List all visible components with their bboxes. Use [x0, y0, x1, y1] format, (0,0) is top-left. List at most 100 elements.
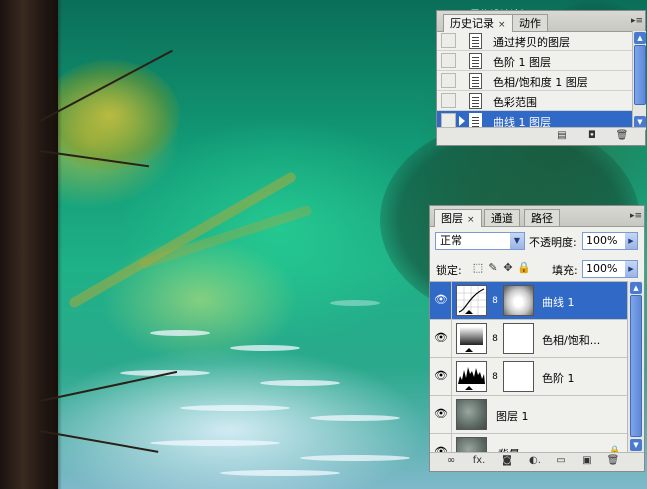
history-item[interactable]: 通过拷贝的图层	[437, 31, 633, 51]
visibility-cell[interactable]: 👁	[430, 320, 452, 357]
layer-row-background[interactable]: 👁 背景 🔒	[430, 434, 627, 454]
history-state-icon	[469, 33, 482, 49]
eye-icon[interactable]: 👁	[434, 370, 448, 382]
lock-image-pixels-icon[interactable]: ✎	[487, 262, 499, 274]
visibility-cell[interactable]: 👁	[430, 358, 452, 395]
visibility-cell[interactable]: 👁	[430, 434, 452, 454]
history-item[interactable]: 色相/饱和度 1 图层	[437, 71, 633, 91]
layer-name[interactable]: 色相/饱和...	[542, 332, 600, 348]
layer-name[interactable]: 色阶 1	[542, 370, 575, 386]
link-layers-icon[interactable]: ∞	[444, 455, 458, 467]
history-item[interactable]: 色阶 1 图层	[437, 51, 633, 71]
layer-name[interactable]: 图层 1	[496, 408, 529, 424]
eye-icon[interactable]: 👁	[434, 332, 448, 344]
histogram-icon	[458, 367, 485, 390]
link-chain-icon[interactable]: 8	[491, 333, 499, 345]
tab-history-label: 历史记录	[450, 17, 494, 30]
layers-list: 👁 8 曲线 1 👁 8 色相/饱和... 👁 8 色阶 1 👁 图层 1 👁 …	[430, 281, 627, 454]
history-state-icon	[469, 53, 482, 69]
history-item-label: 色阶 1 图层	[493, 56, 551, 69]
history-item-label: 色彩范围	[493, 96, 537, 109]
history-item[interactable]: 色彩范围	[437, 91, 633, 111]
close-icon[interactable]: ×	[467, 215, 475, 225]
panel-menu-icon[interactable]: ▸≡	[630, 211, 642, 221]
water-ripple	[330, 300, 380, 306]
fx-icon[interactable]: fx.	[470, 455, 488, 467]
link-chain-icon[interactable]: 8	[491, 371, 499, 383]
water-ripple	[310, 415, 400, 421]
layer-row-levels[interactable]: 👁 8 色阶 1	[430, 358, 627, 396]
layers-tabbar: 图层 × 通道 路径 ▸≡	[430, 206, 644, 227]
opacity-field[interactable]: 100% ▶	[582, 232, 638, 250]
chevron-down-icon[interactable]: ▼	[510, 233, 524, 249]
visibility-cell[interactable]: 👁	[430, 396, 452, 433]
curves-adjustment-thumbnail[interactable]	[456, 285, 487, 316]
history-current-state-arrow-icon	[459, 116, 465, 126]
fill-field[interactable]: 100% ▶	[582, 260, 638, 278]
group-folder-icon[interactable]: ▭	[554, 455, 568, 467]
adjustment-layer-icon[interactable]: ◐.	[526, 455, 544, 467]
curves-graph-icon	[457, 286, 486, 315]
levels-adjustment-thumbnail[interactable]	[456, 361, 487, 392]
tab-layers[interactable]: 图层 ×	[434, 209, 482, 227]
layer-mask-thumbnail[interactable]	[503, 323, 534, 354]
history-footer: ▤ ◘ 🗑	[437, 127, 645, 145]
tab-paths[interactable]: 路径	[524, 209, 560, 226]
new-document-from-state-icon[interactable]: ▤	[555, 130, 569, 142]
layer-row-pixel[interactable]: 👁 图层 1	[430, 396, 627, 434]
history-scrollbar[interactable]: ▲ ▼	[632, 31, 646, 130]
layers-scrollbar[interactable]: ▲ ▼	[627, 281, 644, 453]
history-brush-source-checkbox[interactable]	[441, 113, 456, 128]
link-chain-icon[interactable]: 8	[491, 295, 499, 307]
trash-icon[interactable]: 🗑	[606, 455, 620, 467]
close-icon[interactable]: ×	[498, 20, 506, 30]
layer-row-hue-saturation[interactable]: 👁 8 色相/饱和...	[430, 320, 627, 358]
eye-icon[interactable]: 👁	[434, 408, 448, 420]
scroll-thumb[interactable]	[630, 295, 642, 437]
layers-footer: ∞ fx. ◙ ◐. ▭ ▣ 🗑	[430, 452, 644, 471]
layer-row-curves[interactable]: 👁 8 曲线 1	[430, 282, 627, 320]
fill-slider-arrow-icon[interactable]: ▶	[625, 261, 637, 277]
camera-snapshot-icon[interactable]: ◘	[585, 130, 599, 142]
scroll-down-icon[interactable]: ▼	[630, 439, 642, 451]
scroll-up-icon[interactable]: ▲	[630, 282, 642, 294]
eye-icon[interactable]: 👁	[434, 294, 448, 306]
tree-trunk-edge	[50, 0, 62, 489]
add-mask-icon[interactable]: ◙	[500, 455, 514, 467]
scroll-thumb[interactable]	[634, 45, 646, 105]
history-brush-source-checkbox[interactable]	[441, 73, 456, 88]
water-ripple	[300, 455, 410, 461]
history-panel: 历史记录 × 动作 ▸≡ 通过拷贝的图层 色阶 1 图层 色相/饱和度 1 图层	[436, 10, 646, 146]
lock-all-icon[interactable]: 🔒	[517, 262, 531, 274]
photo-canvas[interactable]: 思缘设计论坛 www.MISSYUAN.COM 历史记录× 动作 ▸≡ 通过拷贝…	[0, 0, 647, 489]
submerged-log	[67, 170, 298, 310]
history-list: 通过拷贝的图层 色阶 1 图层 色相/饱和度 1 图层 色彩范围 曲线 1 图层	[437, 31, 633, 131]
tab-actions[interactable]: 动作	[512, 14, 548, 31]
scroll-up-icon[interactable]: ▲	[634, 32, 646, 44]
water-ripple	[180, 405, 290, 411]
water-ripple	[220, 470, 340, 476]
layer-mask-thumbnail[interactable]	[503, 285, 534, 316]
history-state-icon	[469, 73, 482, 89]
history-brush-source-checkbox[interactable]	[441, 53, 456, 68]
history-brush-source-checkbox[interactable]	[441, 93, 456, 108]
layers-panel: 图层 × 通道 路径 ▸≡ 正常 ▼ 不透明度: 100% ▶ 锁定: ⬚ ✎ ✥…	[429, 205, 645, 472]
lock-transparent-pixels-icon[interactable]: ⬚	[472, 262, 484, 274]
tab-history[interactable]: 历史记录 ×	[443, 14, 513, 32]
opacity-slider-arrow-icon[interactable]: ▶	[625, 233, 637, 249]
water-ripple	[150, 330, 210, 336]
panel-menu-icon[interactable]: ▸≡	[631, 16, 643, 26]
tab-channels[interactable]: 通道	[484, 209, 520, 226]
trash-icon[interactable]: 🗑	[615, 130, 629, 142]
layer-name[interactable]: 曲线 1	[542, 294, 575, 310]
hue-saturation-icon	[460, 327, 483, 352]
visibility-cell[interactable]: 👁	[430, 282, 452, 319]
layer-thumbnail[interactable]	[456, 399, 487, 430]
layer-mask-thumbnail[interactable]	[503, 361, 534, 392]
lock-position-icon[interactable]: ✥	[502, 262, 514, 274]
hue-saturation-adjustment-thumbnail[interactable]	[456, 323, 487, 354]
blend-mode-select[interactable]: 正常 ▼	[435, 232, 525, 250]
new-layer-icon[interactable]: ▣	[580, 455, 594, 467]
history-item-label: 色相/饱和度 1 图层	[493, 76, 588, 89]
history-brush-source-checkbox[interactable]	[441, 33, 456, 48]
